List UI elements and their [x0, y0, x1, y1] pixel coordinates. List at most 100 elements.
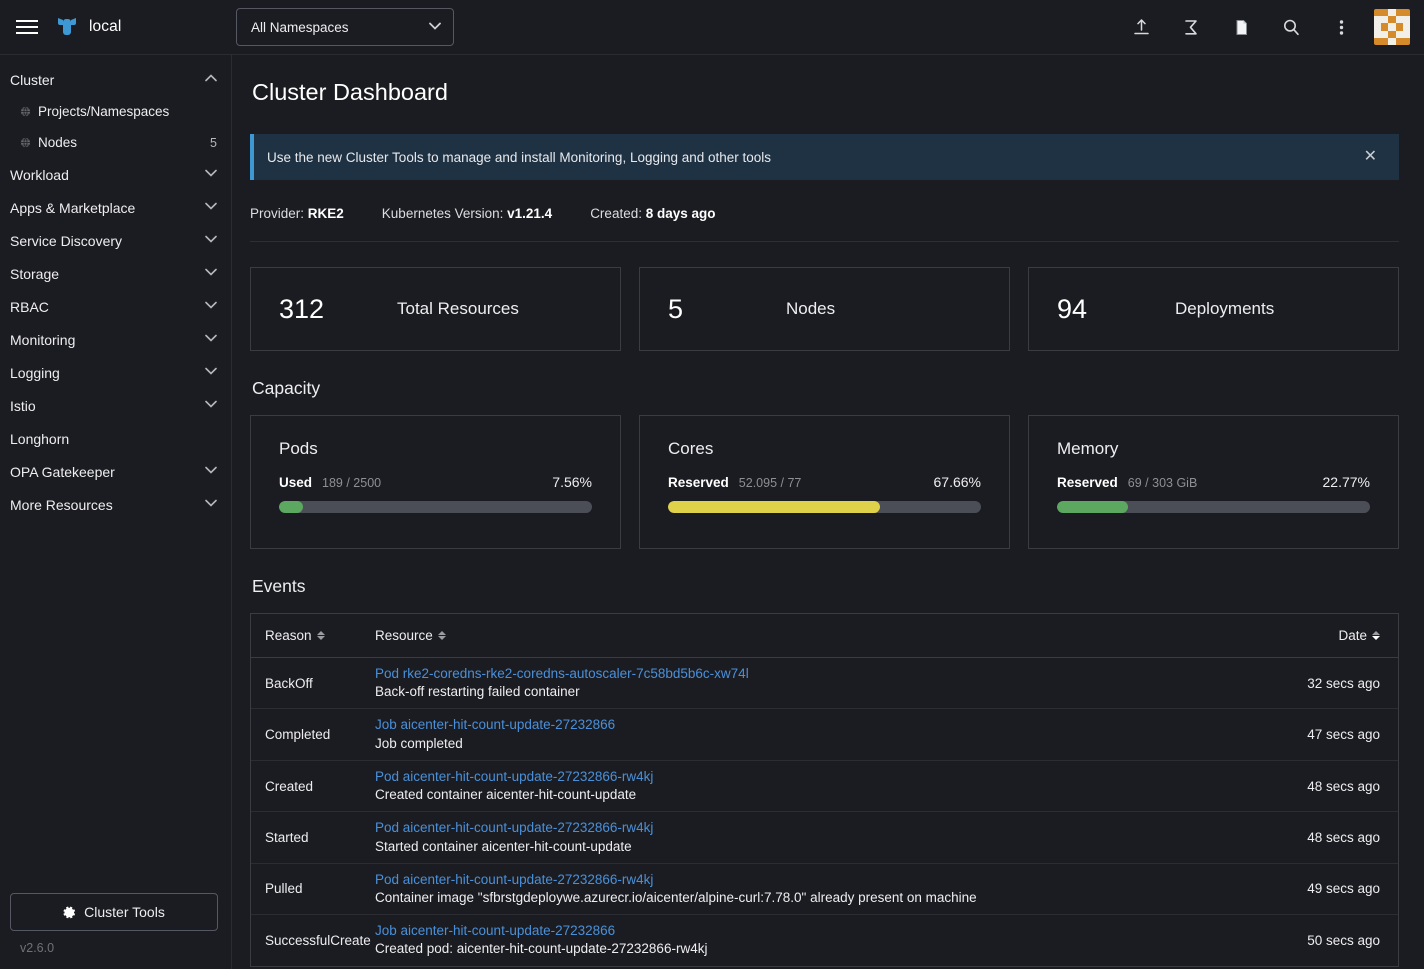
count-card-nodes[interactable]: 5 Nodes	[639, 267, 1010, 351]
cluster-meta-item: Created: 8 days ago	[590, 206, 715, 221]
sidebar-group-monitoring[interactable]: Monitoring	[0, 323, 231, 356]
sidebar-group-more-resources[interactable]: More Resources	[0, 488, 231, 521]
sidebar-group-storage[interactable]: Storage	[0, 257, 231, 290]
count-card-value: 312	[279, 293, 325, 324]
event-resource-cell: Pod rke2-coredns-rke2-coredns-autoscaler…	[375, 665, 1280, 701]
capacity-detail: 52.095 / 77	[738, 476, 802, 490]
sidebar-item-nodes[interactable]: Nodes 5	[0, 127, 231, 158]
capacity-card-cores: Cores Reserved 52.095 / 77 67.66%	[639, 415, 1010, 549]
events-column-header-reason[interactable]: Reason	[265, 628, 375, 643]
sidebar-group-longhorn[interactable]: Longhorn	[0, 422, 231, 455]
event-message: Container image "sfbrstgdeploywe.azurecr…	[375, 889, 977, 905]
event-date: 47 secs ago	[1307, 727, 1380, 743]
event-message: Created pod: aicenter-hit-count-update-2…	[375, 941, 708, 957]
kebab-menu-icon[interactable]	[1316, 0, 1366, 55]
event-date: 48 secs ago	[1307, 830, 1380, 846]
sidebar-group-workload[interactable]: Workload	[0, 158, 231, 191]
event-resource-link[interactable]: Pod aicenter-hit-count-update-27232866-r…	[375, 819, 1280, 837]
count-card-total-resources[interactable]: 312 Total Resources	[250, 267, 621, 351]
sidebar-group-label: Storage	[10, 265, 60, 282]
sidebar-group-label: Istio	[10, 397, 36, 414]
namespace-filter-dropdown[interactable]: All Namespaces	[236, 8, 454, 46]
main-content: Cluster Dashboard Use the new Cluster To…	[232, 55, 1424, 969]
events-table-row[interactable]: SuccessfulCreate Job aicenter-hit-count-u…	[251, 915, 1398, 965]
chevron-down-icon	[205, 169, 217, 180]
sidebar-item-label: Nodes	[38, 135, 78, 150]
capacity-state-label: Used	[279, 475, 313, 490]
capacity-card-memory: Memory Reserved 69 / 303 GiB 22.77%	[1028, 415, 1399, 549]
event-resource-link[interactable]: Pod aicenter-hit-count-update-27232866-r…	[375, 768, 1280, 786]
count-card-value: 5	[668, 293, 684, 324]
cluster-meta-row: Provider: RKE2 Kubernetes Version: v1.21.…	[250, 206, 1399, 242]
sidebar-group-apps-marketplace[interactable]: Apps & Marketplace	[0, 191, 231, 224]
event-reason: BackOff	[265, 675, 313, 691]
sidebar-group-rbac[interactable]: RBAC	[0, 290, 231, 323]
count-card-label: Deployments	[1175, 299, 1275, 318]
events-column-header-resource[interactable]: Resource	[375, 628, 1280, 643]
event-date: 48 secs ago	[1307, 778, 1380, 794]
event-date: 50 secs ago	[1307, 932, 1380, 948]
sidebar-group-istio[interactable]: Istio	[0, 389, 231, 422]
events-column-header-date[interactable]: Date	[1280, 628, 1380, 643]
sidebar-group-label: OPA Gatekeeper	[10, 463, 115, 480]
search-icon[interactable]	[1266, 0, 1316, 55]
events-table-row[interactable]: Created Pod aicenter-hit-count-update-272…	[251, 761, 1398, 813]
events-table-row[interactable]: Started Pod aicenter-hit-count-update-272…	[251, 812, 1398, 864]
sidebar-item-projects-namespaces[interactable]: Projects/Namespaces	[0, 96, 231, 127]
cluster-tools-button[interactable]: Cluster Tools	[10, 893, 218, 931]
sidebar-group-opa-gatekeeper[interactable]: OPA Gatekeeper	[0, 455, 231, 488]
sidebar-group-cluster[interactable]: Cluster	[0, 63, 231, 96]
kubectl-shell-icon[interactable]	[1166, 0, 1216, 55]
sidebar-group-logging[interactable]: Logging	[0, 356, 231, 389]
hamburger-icon[interactable]	[0, 0, 54, 55]
cluster-meta-value: RKE2	[307, 206, 344, 221]
user-avatar[interactable]	[1374, 9, 1410, 45]
event-resource-cell: Pod aicenter-hit-count-update-27232866-r…	[375, 871, 1280, 907]
column-header-label: Date	[1338, 628, 1367, 643]
cluster-meta-label: Kubernetes Version:	[381, 206, 508, 221]
event-resource-link[interactable]: Job aicenter-hit-count-update-27232866	[375, 716, 1280, 734]
event-reason: Completed	[265, 727, 331, 743]
sidebar-group-label: RBAC	[10, 298, 49, 315]
capacity-percent: 67.66%	[933, 474, 981, 490]
chevron-down-icon	[205, 235, 217, 246]
events-table-body: BackOff Pod rke2-coredns-rke2-coredns-aut…	[251, 658, 1398, 966]
capacity-card-title: Memory	[1057, 439, 1119, 458]
cluster-tools-label: Cluster Tools	[84, 904, 165, 920]
import-yaml-icon[interactable]	[1116, 0, 1166, 55]
capacity-percent: 7.56%	[552, 474, 592, 490]
rancher-cow-logo	[54, 14, 80, 40]
sidebar-group-label: Apps & Marketplace	[10, 199, 136, 216]
event-reason: Started	[265, 830, 309, 846]
sidebar-group-label: Workload	[10, 166, 69, 183]
cluster-meta-value: 8 days ago	[645, 206, 716, 221]
capacity-progress-bar	[1057, 501, 1370, 513]
capacity-cards: Pods Used 189 / 2500 7.56% Cores Reserved 52.0…	[250, 415, 1399, 549]
event-resource-cell: Job aicenter-hit-count-update-27232866 Cr…	[375, 922, 1280, 958]
header-icon-group	[1116, 0, 1424, 55]
count-card-deployments[interactable]: 94 Deployments	[1028, 267, 1399, 351]
event-resource-link[interactable]: Pod aicenter-hit-count-update-27232866-r…	[375, 871, 1280, 889]
sidebar-group-label: Longhorn	[10, 430, 70, 447]
close-icon[interactable]: ✕	[1358, 145, 1383, 169]
count-card-label: Nodes	[786, 299, 836, 318]
chevron-down-icon	[205, 400, 217, 411]
sort-indicator-icon	[437, 631, 446, 640]
events-table-row[interactable]: BackOff Pod rke2-coredns-rke2-coredns-aut…	[251, 658, 1398, 710]
cluster-meta-item: Provider: RKE2	[250, 206, 344, 221]
count-card-label: Total Resources	[397, 299, 519, 318]
docs-icon[interactable]	[1216, 0, 1266, 55]
globe-icon	[20, 137, 31, 148]
event-resource-link[interactable]: Job aicenter-hit-count-update-27232866	[375, 922, 1280, 940]
events-table-row[interactable]: Pulled Pod aicenter-hit-count-update-2723…	[251, 864, 1398, 916]
chevron-down-icon	[429, 22, 441, 33]
resource-count-cards: 312 Total Resources 5 Nodes 94 Deployments	[250, 267, 1399, 351]
cluster-brand[interactable]: local	[54, 14, 121, 40]
events-table-row[interactable]: Completed Job aicenter-hit-count-update-2…	[251, 709, 1398, 761]
event-message: Created container aicenter-hit-count-upd…	[375, 787, 637, 803]
event-message: Started container aicenter-hit-count-upd…	[375, 838, 632, 854]
event-resource-link[interactable]: Pod rke2-coredns-rke2-coredns-autoscaler…	[375, 665, 1280, 683]
event-message: Job completed	[375, 735, 463, 751]
sidebar-group-service-discovery[interactable]: Service Discovery	[0, 224, 231, 257]
sidebar-item-count: 5	[210, 135, 217, 150]
